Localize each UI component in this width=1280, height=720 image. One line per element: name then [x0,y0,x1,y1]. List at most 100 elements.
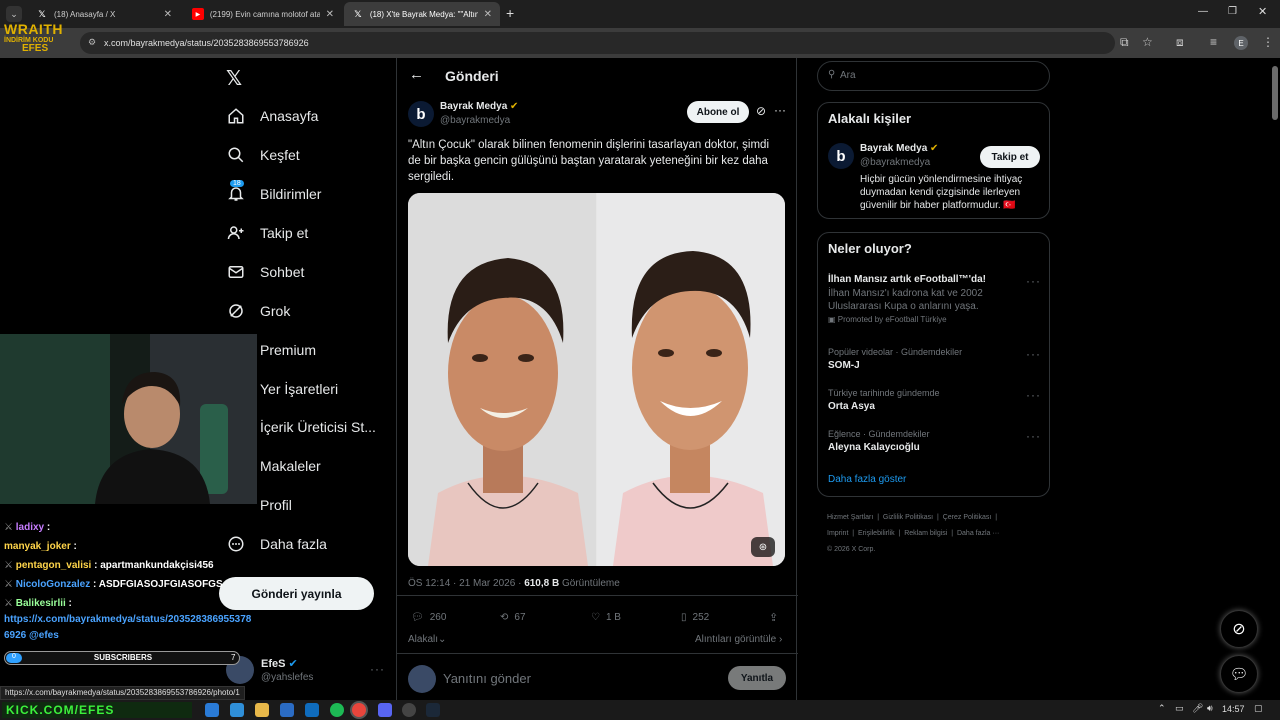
bell-icon: 18 [226,180,246,204]
volume-icon[interactable]: 🔊︎ [1207,703,1213,714]
steam-icon[interactable] [426,703,440,717]
trend-item[interactable]: Türkiye tarihinde gündemde Orta Asya [828,388,940,412]
footer-link[interactable]: Erişilebilirlik [858,530,895,537]
related-dropdown[interactable]: Alakalı⌄ [408,634,446,645]
restore-icon[interactable]: ❐ [1228,6,1237,17]
bookmark-action[interactable]: ▯ 252 [681,612,709,623]
nav-item-home[interactable]: Anasayfa [226,101,318,131]
post-time[interactable]: ÖS 12:14 · 21 Mar 2026 · [408,578,521,589]
start-icon[interactable] [205,703,219,717]
obs-icon[interactable] [402,703,416,717]
scrollbar-thumb[interactable] [1272,66,1278,120]
tab-youtube[interactable]: ▶ (2199) Evin camına molotof ata ✕ [184,2,342,26]
close-icon[interactable]: ✕ [164,9,172,20]
tab-bayrak-medya[interactable]: 𝕏 (18) X'te Bayrak Medya: ""Altın ✕ [344,2,500,26]
account-menu-icon[interactable]: ··· [370,662,385,676]
post-image[interactable]: ⊛ [408,193,785,566]
trend-more-icon[interactable]: ··· [1026,274,1041,288]
trend-more-icon[interactable]: ··· [1026,347,1041,361]
reply-button[interactable]: Yanıtla [728,666,786,690]
tray-chevron-icon[interactable]: ⌃ [1158,703,1166,714]
trend-more-icon[interactable]: ··· [1026,429,1041,443]
show-more-link[interactable]: Daha fazla göster [828,474,906,485]
home-icon [226,106,246,126]
chrome-icon[interactable] [352,703,366,717]
new-tab-icon[interactable]: + [506,5,514,21]
back-arrow-icon[interactable]: ← [409,66,424,83]
nav-label: İçerik Üreticisi St... [260,419,376,435]
sword-badge-icon: ⚔ [4,560,13,571]
notification-icon[interactable]: ▢ [1254,703,1263,714]
person-name[interactable]: Bayrak Medya ✔ [860,143,938,154]
trend-more-icon[interactable]: ··· [1026,388,1041,402]
install-icon[interactable]: ⧉ [1120,35,1129,50]
search-input[interactable]: ⚲ Ara [817,61,1050,91]
post-more-icon[interactable]: ··· [774,103,786,117]
account-name[interactable]: EfeS ✔ [261,657,298,670]
trend-item[interactable]: Eğlence · Gündemdekiler Aleyna Kalaycıoğ… [828,429,930,453]
nav-item-more[interactable]: Daha fazla [226,529,327,559]
reply-action[interactable]: 💬︎ 260 [411,612,446,623]
menu-icon[interactable]: ⋮ [1262,35,1274,49]
footer-link[interactable]: Gizlilik Politikası [883,514,933,521]
x-icon: 𝕏 [38,8,46,19]
verified-gold-icon: ✔ [510,101,519,112]
view-quotes-link[interactable]: Alıntıları görüntüle › [695,634,782,645]
url-field[interactable]: ⚙ x.com/bayrakmedya/status/2035283869553… [80,32,1115,54]
like-action[interactable]: ♡ 1 B [591,612,621,623]
nav-item-follow[interactable]: Takip et [226,218,308,248]
footer-link[interactable]: Reklam bilgisi [904,530,947,537]
store-icon[interactable] [305,703,319,717]
edge-icon[interactable] [230,703,244,717]
messages-float-button[interactable]: 💬︎ [1220,655,1258,693]
reply-input[interactable]: Yanıtını gönder [443,671,531,686]
mic-icon[interactable]: 🎤︎ [1192,703,1203,714]
bookmark-star-icon[interactable]: ☆ [1142,35,1153,49]
chat-line: manyak_joker : [4,541,77,552]
window-close-icon[interactable]: ✕ [1258,5,1267,18]
close-icon[interactable]: ✕ [326,9,334,20]
spotify-icon[interactable] [330,703,344,717]
nav-item-explore[interactable]: Keşfet [226,140,300,170]
close-icon[interactable]: ✕ [484,9,492,20]
grok-icon[interactable]: ⊘ [756,104,766,118]
tab-search-button[interactable]: ⌄ [6,6,22,22]
author-handle[interactable]: @bayrakmedya [440,115,510,126]
site-info-icon[interactable]: ⚙ [88,37,96,48]
footer-link[interactable]: Hizmet Şartları [827,514,873,521]
chat-user: ladixy [15,522,45,533]
chat-user: Balikesirlii [15,598,66,609]
footer-link[interactable]: Çerez Politikası [943,514,992,521]
card-title: Alakalı kişiler [828,111,912,126]
footer-link[interactable]: Daha fazla ··· [957,530,999,537]
subscribe-button[interactable]: Abone ol [687,101,749,123]
follow-icon [226,223,246,243]
media-icon[interactable]: ≡ [1210,35,1217,49]
x-logo-icon[interactable]: 𝕏 [226,66,246,90]
nav-item-grok[interactable]: Grok [226,296,290,326]
footer-link[interactable]: Imprint [827,530,848,537]
person-avatar[interactable]: b [828,143,854,169]
outlook-icon[interactable] [280,703,294,717]
repost-action[interactable]: ⟲ 67 [500,612,526,623]
follow-button[interactable]: Takip et [980,146,1040,168]
nav-item-notifications[interactable]: 18 Bildirimler [226,179,321,209]
author-avatar[interactable]: b [408,101,434,127]
post-button[interactable]: Gönderi yayınla [219,577,374,610]
nav-item-chat[interactable]: Sohbet [226,257,304,287]
extensions-icon[interactable]: ⧈ [1176,35,1184,50]
page-title: Gönderi [445,68,499,84]
promo-trend[interactable]: İlhan Mansız artık eFootball™'da! İlhan … [828,274,1018,324]
author-name[interactable]: Bayrak Medya ✔ [440,101,518,112]
clock[interactable]: 14:57 [1222,704,1245,714]
profile-avatar[interactable]: E [1234,36,1248,50]
minimize-icon[interactable]: — [1198,6,1208,17]
trend-meta: Popüler videolar · Gündemdekiler [828,347,963,357]
share-icon[interactable]: ⇪ [769,611,778,624]
trend-item[interactable]: Popüler videolar · Gündemdekiler SOM-J [828,347,962,371]
discord-icon[interactable] [378,703,392,717]
image-options-icon[interactable]: ⊛ [751,537,775,557]
folder-icon[interactable] [255,703,269,717]
grok-float-button[interactable]: ⊘ [1220,610,1258,648]
network-icon[interactable]: ▭ [1175,703,1184,714]
